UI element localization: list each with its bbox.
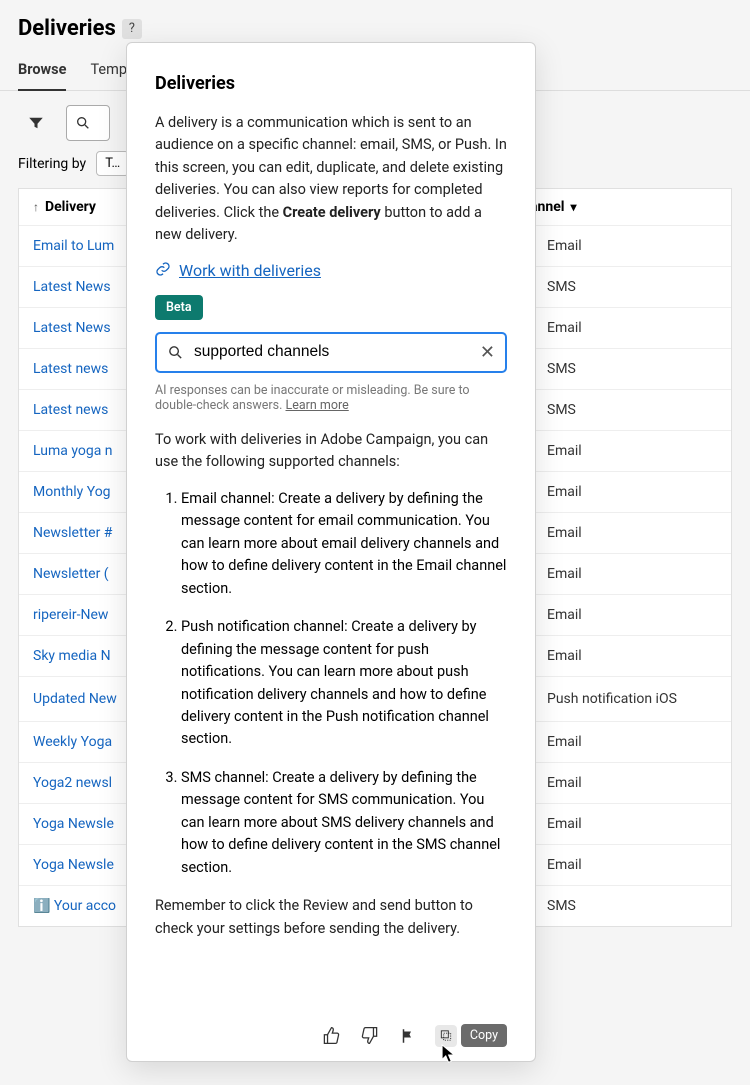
filtering-label: Filtering by <box>18 156 86 172</box>
chevron-down-icon[interactable]: ▾ <box>570 200 576 214</box>
template-filter-chip[interactable]: T… <box>96 151 129 176</box>
channel-label: Email <box>547 607 582 623</box>
page-title: Deliveries <box>18 16 116 41</box>
help-icon[interactable]: ? <box>122 19 142 39</box>
channel-label: Email <box>547 238 582 254</box>
answer-item: SMS channel: Create a delivery by defini… <box>181 767 507 879</box>
help-popup: Deliveries A delivery is a communication… <box>126 42 536 1062</box>
channel-label: Email <box>547 648 582 664</box>
clear-icon[interactable]: ✕ <box>480 342 495 363</box>
channel-label: Push notification iOS <box>547 691 677 707</box>
thumbs-down-icon[interactable] <box>359 1025 381 1047</box>
channel-label: Email <box>547 484 582 500</box>
popup-description: A delivery is a communication which is s… <box>155 112 507 247</box>
learn-more-link[interactable]: Learn more <box>286 398 349 413</box>
channel-label: Email <box>547 734 582 750</box>
channel-label: Email <box>547 816 582 832</box>
answer-item: Push notification channel: Create a deli… <box>181 616 507 751</box>
filter-icon[interactable] <box>18 105 54 141</box>
channel-label: Email <box>547 857 582 873</box>
search-input[interactable] <box>66 105 110 141</box>
work-with-deliveries-link[interactable]: Work with deliveries <box>179 261 321 280</box>
ai-disclaimer: AI responses can be inaccurate or mislea… <box>155 383 507 413</box>
channel-label: SMS <box>547 279 576 295</box>
channel-label: SMS <box>547 898 576 914</box>
channel-label: SMS <box>547 402 576 418</box>
column-delivery[interactable]: Delivery <box>45 199 96 215</box>
beta-badge: Beta <box>155 295 203 320</box>
thumbs-up-icon[interactable] <box>321 1025 343 1047</box>
answer-item: Email channel: Create a delivery by defi… <box>181 488 507 600</box>
link-icon <box>155 261 171 281</box>
channel-label: Email <box>547 525 582 541</box>
tab-browse[interactable]: Browse <box>18 55 66 90</box>
cursor-icon <box>441 1044 456 1064</box>
flag-icon[interactable] <box>397 1025 419 1047</box>
channel-label: Email <box>547 320 582 336</box>
channel-label: Email <box>547 566 582 582</box>
copy-tooltip: Copy <box>461 1024 507 1047</box>
ai-search-box[interactable]: ✕ <box>155 332 507 373</box>
channel-label: Email <box>547 443 582 459</box>
popup-title: Deliveries <box>155 73 507 94</box>
ai-search-input[interactable] <box>192 342 480 362</box>
sort-asc-icon[interactable]: ↑ <box>33 200 39 214</box>
channel-label: Email <box>547 775 582 791</box>
ai-answer: To work with deliveries in Adobe Campaig… <box>155 429 507 1016</box>
channel-label: SMS <box>547 361 576 377</box>
